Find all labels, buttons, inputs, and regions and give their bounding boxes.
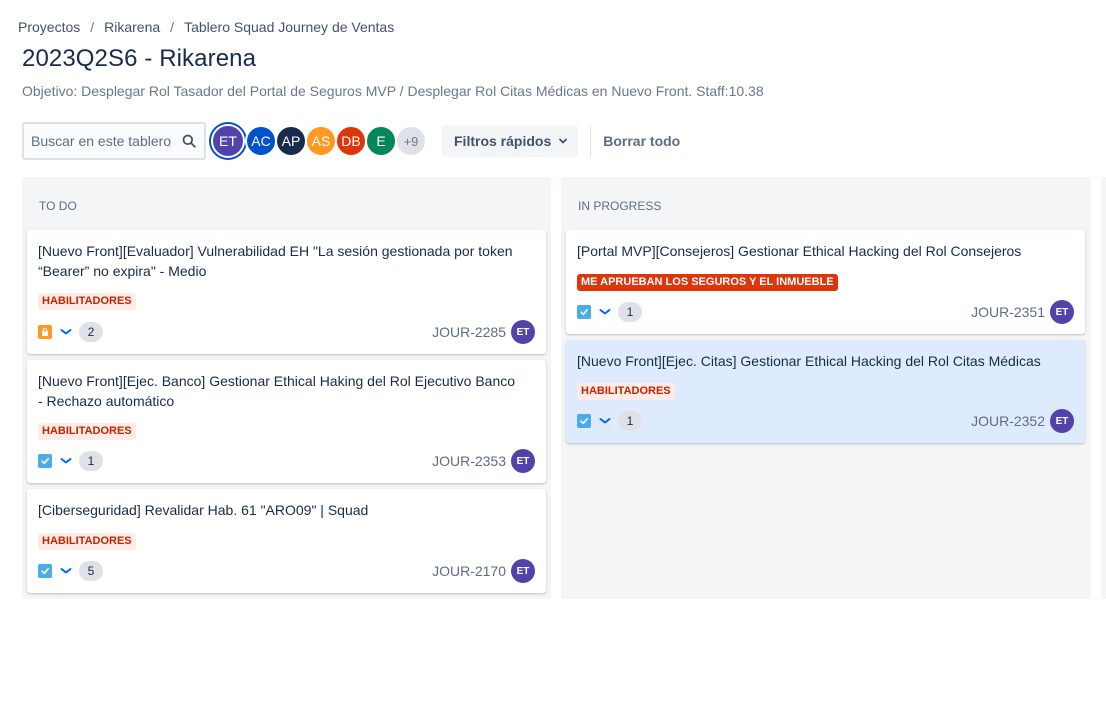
column-next-partial: [1101, 177, 1106, 599]
task-icon: [38, 564, 52, 578]
board-toolbar: ET AC AP AS DB E +9 Filtros rápidos Borr…: [22, 122, 680, 160]
assignee-avatar[interactable]: ET: [511, 449, 535, 473]
issue-card[interactable]: [Nuevo Front][Ejec. Banco] Gestionar Eth…: [27, 360, 546, 483]
issue-card[interactable]: [Portal MVP][Consejeros] Gestionar Ethic…: [566, 230, 1085, 334]
issue-title: [Portal MVP][Consejeros] Gestionar Ethic…: [577, 243, 1022, 259]
priority-low-icon: [598, 414, 612, 428]
epic-label[interactable]: HABILITADORES: [577, 383, 675, 400]
issue-key[interactable]: JOUR-2170: [432, 563, 506, 579]
avatar-filter-db[interactable]: DB: [335, 125, 367, 157]
assignee-avatar[interactable]: ET: [511, 320, 535, 344]
column-header: TO DO: [39, 199, 77, 213]
epic-label[interactable]: HABILITADORES: [38, 293, 136, 310]
search-input[interactable]: [31, 133, 171, 149]
story-points-badge: 2: [79, 322, 103, 342]
quick-filters-button[interactable]: Filtros rápidos: [442, 125, 579, 157]
avatar-initials: AC: [251, 133, 271, 149]
avatar-filter-e[interactable]: E: [365, 125, 397, 157]
lock-icon: [38, 325, 52, 339]
issue-title: [Ciberseguridad] Revalidar Hab. 61 "ARO0…: [38, 502, 369, 518]
issue-card[interactable]: [Nuevo Front][Evaluador] Vulnerabilidad …: [27, 230, 546, 354]
breadcrumb-item-proyectos[interactable]: Proyectos: [18, 19, 80, 35]
issue-title: [Nuevo Front][Evaluador] Vulnerabilidad …: [38, 243, 513, 279]
search-box[interactable]: [22, 122, 206, 160]
priority-low-icon: [59, 454, 73, 468]
column-header: IN PROGRESS: [578, 199, 662, 213]
quick-filters-label: Filtros rápidos: [454, 133, 552, 149]
avatar-filter-ac[interactable]: AC: [245, 125, 277, 157]
avatar-filter-ap[interactable]: AP: [275, 125, 307, 157]
issue-key[interactable]: JOUR-2353: [432, 453, 506, 469]
task-icon: [577, 414, 591, 428]
story-points-badge: 1: [618, 302, 642, 322]
priority-low-icon: [59, 325, 73, 339]
card-footer: 1 JOUR-2352 ET: [577, 409, 1074, 433]
card-footer: 5 JOUR-2170 ET: [38, 559, 535, 583]
column-in-progress: IN PROGRESS [Portal MVP][Consejeros] Ges…: [561, 177, 1091, 599]
assignee-avatar[interactable]: ET: [1050, 409, 1074, 433]
story-points-badge: 1: [79, 451, 103, 471]
story-points-badge: 5: [79, 561, 103, 581]
epic-label[interactable]: HABILITADORES: [38, 423, 136, 440]
column-todo: TO DO [Nuevo Front][Evaluador] Vulnerabi…: [22, 177, 551, 599]
page-title: 2023Q2S6 - Rikarena: [22, 45, 257, 72]
avatar-filter-as[interactable]: AS: [305, 125, 337, 157]
issue-title: [Nuevo Front][Ejec. Citas] Gestionar Eth…: [577, 353, 1041, 369]
avatar-initials: DB: [341, 133, 361, 149]
search-icon[interactable]: [182, 134, 196, 148]
priority-low-icon: [598, 305, 612, 319]
card-footer: 1 JOUR-2353 ET: [38, 449, 535, 473]
assignee-filter-avatars: ET AC AP AS DB E +9: [211, 124, 427, 158]
issue-card[interactable]: [Ciberseguridad] Revalidar Hab. 61 "ARO0…: [27, 489, 546, 593]
task-icon: [38, 454, 52, 468]
epic-label[interactable]: HABILITADORES: [38, 533, 136, 550]
breadcrumb-item-board[interactable]: Tablero Squad Journey de Ventas: [184, 19, 394, 35]
assignee-avatar[interactable]: ET: [1050, 300, 1074, 324]
sprint-objective: Objetivo: Desplegar Rol Tasador del Port…: [22, 83, 764, 99]
issue-key[interactable]: JOUR-2352: [971, 413, 1045, 429]
card-footer: 1 JOUR-2351 ET: [577, 300, 1074, 324]
issue-key[interactable]: JOUR-2285: [432, 324, 506, 340]
avatar-initials: ET: [219, 133, 237, 149]
issue-title: [Nuevo Front][Ejec. Banco] Gestionar Eth…: [38, 373, 516, 409]
priority-low-icon: [59, 564, 73, 578]
avatar-filter-et[interactable]: ET: [211, 124, 245, 158]
assignee-avatar[interactable]: ET: [511, 559, 535, 583]
task-icon: [577, 305, 591, 319]
epic-label[interactable]: ME APRUEBAN LOS SEGUROS Y EL INMUEBLE: [577, 274, 838, 291]
issue-key[interactable]: JOUR-2351: [971, 304, 1045, 320]
avatar-more-button[interactable]: +9: [395, 125, 427, 157]
card-footer: 2 JOUR-2285 ET: [38, 320, 535, 344]
breadcrumb-item-rikarena[interactable]: Rikarena: [104, 19, 160, 35]
breadcrumb-separator: /: [90, 19, 95, 35]
issue-card-selected[interactable]: [Nuevo Front][Ejec. Citas] Gestionar Eth…: [566, 340, 1085, 443]
toolbar-divider: [590, 125, 592, 157]
story-points-badge: 1: [618, 411, 642, 431]
avatar-initials: E: [376, 133, 386, 149]
breadcrumb-separator: /: [170, 19, 175, 35]
chevron-down-icon: [558, 136, 568, 146]
clear-all-button[interactable]: Borrar todo: [603, 133, 680, 149]
avatar-initials: AP: [281, 133, 301, 149]
avatar-initials: AS: [311, 133, 331, 149]
breadcrumb: Proyectos / Rikarena / Tablero Squad Jou…: [18, 19, 394, 35]
